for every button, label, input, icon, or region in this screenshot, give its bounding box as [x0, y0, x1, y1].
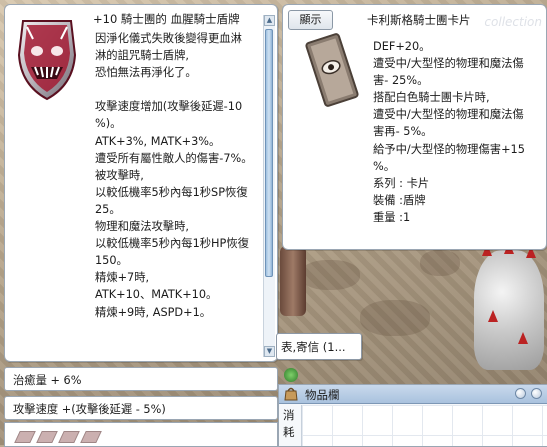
card-item-icon: [305, 29, 359, 111]
inventory-bag-icon: [283, 386, 299, 401]
card-slot-icon[interactable]: [80, 431, 102, 443]
description-line: 系列 : 卡片: [373, 176, 430, 190]
chat-input-box[interactable]: 表,寄信 (1...: [276, 333, 362, 360]
inventory-slot-grid[interactable]: [301, 405, 547, 446]
description-line: 裝備 :盾牌: [373, 193, 426, 207]
description-line: [95, 81, 263, 98]
item-description-scrollbar[interactable]: ▲ ▼: [263, 15, 275, 357]
description-line: 給予中/大型怪的物理傷害+15: [373, 142, 525, 156]
card-description: DEF+20。 遭受中/大型怪的物理和魔法傷 害- 25%。 搭配白色騎士團卡片…: [373, 38, 543, 226]
description-line: ATK+10、MATK+10。: [95, 288, 218, 302]
card-title: 卡利斯格騎士團卡片: [367, 13, 471, 27]
card-slot-strip: [4, 422, 278, 447]
monster-sprite[interactable]: [474, 242, 544, 370]
description-line: 精煉+9時, ASPD+1。: [95, 305, 212, 319]
inventory-tab-consumable[interactable]: 消 耗: [283, 407, 295, 441]
description-line: %。: [373, 159, 396, 173]
minimize-icon[interactable]: [515, 388, 526, 399]
description-line: 物理和魔法攻擊時,: [95, 220, 189, 234]
description-line: 害再- 5%。: [373, 125, 433, 139]
tab-char: 耗: [283, 425, 295, 439]
watermark-text: collection: [484, 15, 542, 29]
description-line: 以較低機率5秒內每1秒SP恢復: [95, 185, 248, 199]
item-description: 因淨化儀式失敗後變得更血淋 淋的詛咒騎士盾牌, 恐怕無法再淨化了。 攻擊速度增加…: [95, 30, 263, 321]
description-line: 25。: [95, 202, 121, 216]
stat-heal-text: 治癒量 + 6%: [13, 374, 82, 387]
close-icon[interactable]: [531, 388, 542, 399]
npc-sprite-left[interactable]: [280, 246, 306, 316]
card-description-window: collection 顯示 卡利斯格騎士團卡片 DEF+20。 遭受中/大型怪的…: [282, 4, 547, 250]
buff-icon[interactable]: [284, 368, 298, 382]
item-title: +10 騎士團的 血腥騎士盾牌: [93, 12, 240, 26]
description-line: 遭受中/大型怪的物理和魔法傷: [373, 108, 524, 122]
description-line: %)。: [95, 117, 122, 131]
item-description-window: +10 騎士團的 血腥騎士盾牌 因淨化儀式失敗後變得更血淋 淋的詛咒騎士盾牌, …: [4, 4, 278, 362]
card-slot-icon[interactable]: [14, 431, 36, 443]
shield-item-icon: [13, 15, 81, 101]
floor-stone: [300, 260, 360, 290]
description-line: 恐怕無法再淨化了。: [95, 66, 197, 80]
description-line: 150。: [95, 254, 128, 268]
description-line: 搭配白色騎士團卡片時,: [373, 91, 490, 105]
description-line: 遭受所有屬性敵人的傷害-7%。: [95, 151, 253, 165]
scroll-up-icon[interactable]: ▲: [264, 15, 275, 26]
description-line: 攻擊速度增加(攻擊後延遲-10: [95, 100, 243, 114]
card-show-button[interactable]: 顯示: [288, 10, 333, 30]
stat-aspd-text: 攻擊速度 +(攻擊後延遲 - 5%): [13, 403, 166, 416]
stat-aspd-bar: 攻擊速度 +(攻擊後延遲 - 5%): [4, 396, 278, 420]
card-slot-icon[interactable]: [36, 431, 58, 443]
scrollbar-thumb[interactable]: [265, 29, 273, 277]
description-line: 因淨化儀式失敗後變得更血淋: [95, 32, 242, 45]
description-line: 害- 25%。: [373, 74, 429, 88]
description-line: 淋的詛咒騎士盾牌,: [95, 49, 189, 63]
description-line: ATK+3%, MATK+3%。: [95, 134, 221, 148]
stat-heal-bar: 治癒量 + 6%: [4, 367, 278, 391]
scroll-down-icon[interactable]: ▼: [264, 346, 275, 357]
floor-stone: [420, 250, 460, 276]
description-line: 被攻擊時,: [95, 168, 144, 182]
inventory-window: 物品欄 消 耗: [278, 384, 547, 447]
description-line: 遭受中/大型怪的物理和魔法傷: [373, 57, 524, 71]
tab-char: 消: [283, 408, 295, 422]
chat-text: 表,寄信 (1...: [281, 340, 346, 354]
card-slot-icon[interactable]: [58, 431, 80, 443]
inventory-titlebar[interactable]: 物品欄: [279, 385, 547, 404]
description-line: 以較低機率5秒內每1秒HP恢復: [95, 237, 249, 251]
description-line: 重量 :1: [373, 210, 411, 224]
description-line: 精煉+7時,: [95, 271, 150, 285]
inventory-title: 物品欄: [305, 388, 340, 402]
description-line: DEF+20。: [373, 40, 431, 53]
floor-stone: [360, 300, 430, 336]
